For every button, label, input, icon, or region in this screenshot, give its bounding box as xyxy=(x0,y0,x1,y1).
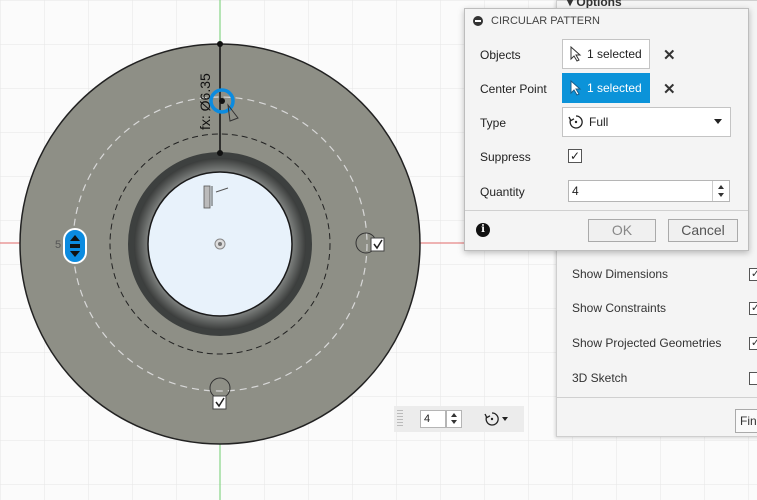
quantity-input[interactable]: 4 xyxy=(568,180,730,202)
palette-divider xyxy=(557,397,757,398)
floating-quantity-control: 4 xyxy=(394,406,524,432)
objects-clear-icon[interactable]: ✕ xyxy=(663,46,676,64)
rotate-full-icon xyxy=(484,412,499,426)
cursor-arrow-icon xyxy=(570,80,582,96)
dialog-title: CIRCULAR PATTERN xyxy=(491,15,600,27)
objects-select-button[interactable]: 1 selected xyxy=(562,39,650,69)
floating-type-dropdown[interactable] xyxy=(484,409,518,429)
svg-text:5: 5 xyxy=(55,239,61,251)
type-dropdown[interactable]: Full xyxy=(562,107,731,137)
quantity-label: Quantity xyxy=(480,185,525,199)
suppress-checkbox[interactable]: ✓ xyxy=(568,149,582,163)
stepper-down-icon[interactable] xyxy=(718,193,724,197)
cursor-arrow-icon xyxy=(570,46,582,62)
stepper-up-icon[interactable] xyxy=(718,185,724,189)
floating-quantity-stepper[interactable] xyxy=(446,410,462,428)
chevron-down-icon xyxy=(502,417,508,421)
collapse-icon[interactable] xyxy=(473,16,483,26)
show-projected-checkbox[interactable]: ✓ xyxy=(749,336,757,350)
suppress-label: Suppress xyxy=(480,150,531,164)
palette-row-3d-sketch[interactable]: 3D Sketch xyxy=(557,361,757,395)
palette-row-show-constraints[interactable]: Show Constraints ✓ xyxy=(557,291,757,325)
pattern-handle-left[interactable] xyxy=(63,228,87,264)
cancel-button[interactable]: Cancel xyxy=(668,219,738,242)
ok-button[interactable]: OK xyxy=(588,219,656,242)
center-point-label: Center Point xyxy=(480,82,547,96)
floating-quantity-input[interactable]: 4 xyxy=(420,410,446,428)
drag-handle[interactable] xyxy=(397,410,403,428)
center-point-select-button[interactable]: 1 selected xyxy=(562,73,650,103)
dialog-title-bar[interactable]: CIRCULAR PATTERN xyxy=(465,9,748,33)
rotate-full-icon xyxy=(568,115,583,129)
chevron-down-icon xyxy=(714,119,722,124)
circular-pattern-dialog: CIRCULAR PATTERN Objects 1 selected ✕ Ce… xyxy=(464,8,749,251)
palette-row-show-dimensions[interactable]: Show Dimensions ✓ xyxy=(557,257,757,291)
show-dimensions-checkbox[interactable]: ✓ xyxy=(749,267,757,281)
center-point-clear-icon[interactable]: ✕ xyxy=(663,80,676,98)
palette-row-show-projected[interactable]: Show Projected Geometries ✓ xyxy=(557,326,757,360)
info-icon[interactable]: i xyxy=(476,223,490,237)
quantity-stepper[interactable] xyxy=(712,181,729,201)
objects-label: Objects xyxy=(480,48,521,62)
show-constraints-checkbox[interactable]: ✓ xyxy=(749,301,757,315)
dialog-divider xyxy=(465,210,748,211)
3d-sketch-checkbox[interactable] xyxy=(749,371,757,385)
type-label: Type xyxy=(480,116,507,130)
finish-sketch-button[interactable]: Fin xyxy=(735,409,757,433)
